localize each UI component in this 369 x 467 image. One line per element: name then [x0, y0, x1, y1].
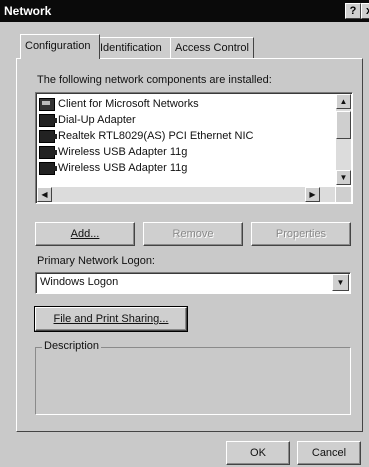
- ok-button[interactable]: OK: [226, 441, 290, 465]
- tab-configuration[interactable]: Configuration: [20, 34, 100, 59]
- tab-access-control-label: Access Control: [175, 42, 249, 54]
- tab-identification[interactable]: Identification: [95, 37, 175, 58]
- tab-access-control[interactable]: Access Control: [170, 37, 254, 58]
- window-title: Network: [4, 4, 52, 18]
- cancel-button[interactable]: Cancel: [297, 441, 361, 465]
- cancel-button-label: Cancel: [311, 447, 347, 459]
- title-bar: Network ? x: [0, 0, 369, 22]
- close-icon[interactable]: x: [361, 3, 369, 19]
- tab-configuration-label: Configuration: [25, 40, 91, 52]
- help-icon[interactable]: ?: [345, 3, 361, 19]
- ok-button-label: OK: [250, 447, 266, 459]
- configuration-panel: [16, 58, 363, 432]
- tab-identification-label: Identification: [100, 42, 162, 54]
